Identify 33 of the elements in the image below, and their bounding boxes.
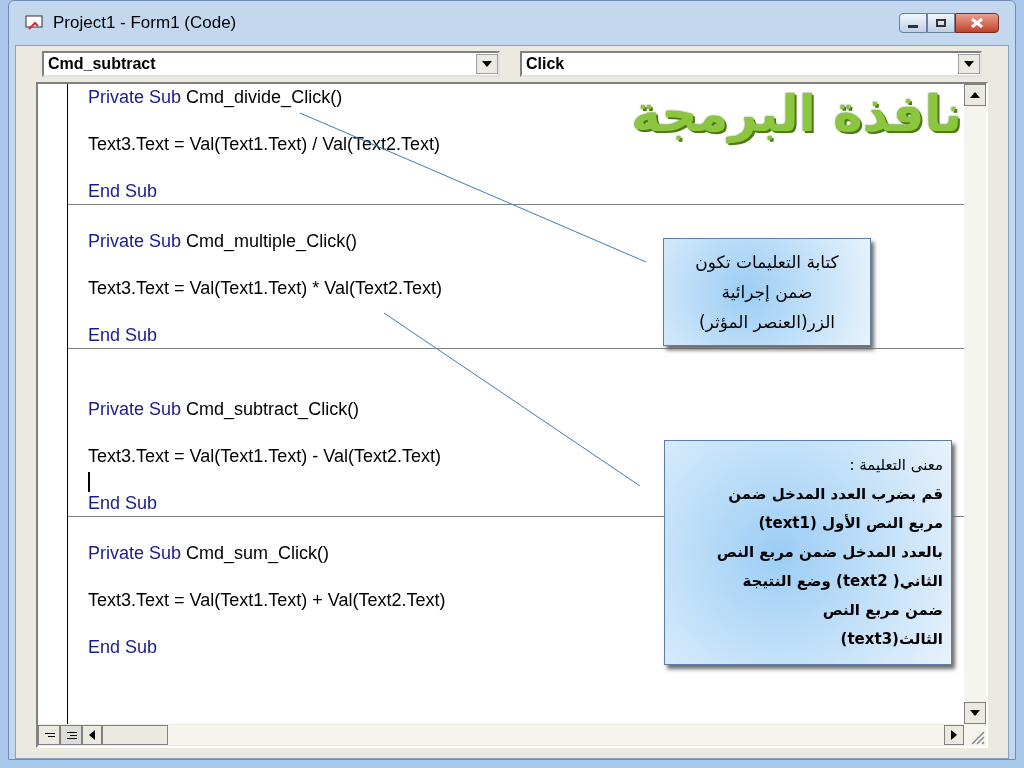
code-line: Private Sub Cmd_subtract_Click() xyxy=(88,397,360,422)
code-line: Private Sub Cmd_sum_Click() xyxy=(88,541,330,566)
code-line: End Sub xyxy=(88,323,158,347)
left-arrow-icon xyxy=(89,730,95,740)
code-line: Private Sub Cmd_divide_Click() xyxy=(88,85,343,110)
slide-heading: نافذة البرمجة xyxy=(630,84,963,146)
horizontal-scrollbar-thumb[interactable] xyxy=(102,725,168,745)
code-line: End Sub xyxy=(88,635,158,659)
code-line: Text3.Text = Val(Text1.Text) * Val(Text2.Text) xyxy=(88,276,442,300)
procedure-dropdown[interactable]: Click xyxy=(520,51,982,77)
object-dropdown[interactable]: Cmd_subtract xyxy=(42,51,500,77)
callout-box: معنى التعليمة : قم بضرب العدد المدخل ضمن مربع النص الأول (text1) بالعدد المدخل ضمن مربع النص الثاني( text2) وضع النتيجة ضمن مربع النص الثالث(text3) xyxy=(664,440,952,665)
scroll-left-button[interactable] xyxy=(82,725,102,745)
code-window-icon xyxy=(25,15,45,31)
up-arrow-icon xyxy=(970,92,980,98)
close-button[interactable] xyxy=(955,13,999,33)
right-arrow-icon xyxy=(951,730,957,740)
scroll-right-button[interactable] xyxy=(944,725,964,745)
window-title: Project1 - Form1 (Code) xyxy=(53,12,238,35)
scroll-up-button[interactable] xyxy=(964,84,986,106)
full-module-view-button[interactable] xyxy=(60,725,82,745)
scroll-down-button[interactable] xyxy=(964,702,986,724)
code-line: End Sub xyxy=(88,179,158,203)
code-line: End Sub xyxy=(88,491,158,515)
minimize-button[interactable] xyxy=(899,13,927,33)
down-arrow-icon xyxy=(970,710,980,716)
callout-box: كتابة التعليمات تكون ضمن إجرائية الزر(العنصر المؤثر) xyxy=(663,238,871,346)
code-line: Text3.Text = Val(Text1.Text) + Val(Text2.Text) xyxy=(88,588,446,612)
code-line: Text3.Text = Val(Text1.Text) - Val(Text2.Text) xyxy=(88,444,441,468)
code-line: Private Sub Cmd_multiple_Click() xyxy=(88,229,358,254)
close-icon xyxy=(971,18,983,28)
procedure-view-button[interactable] xyxy=(38,725,60,745)
maximize-button[interactable] xyxy=(927,13,955,33)
